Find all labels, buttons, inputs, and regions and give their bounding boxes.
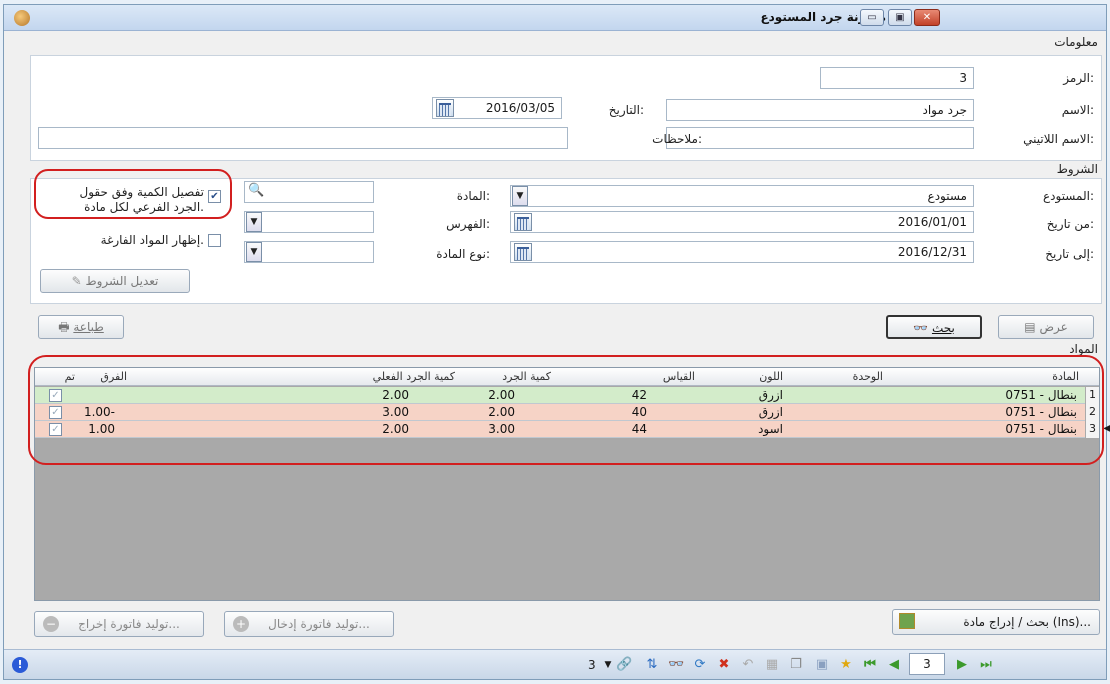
edit-icon: ✎ [71, 274, 82, 288]
conditions-section-label: الشروط [1056, 162, 1098, 176]
copy-icon[interactable]: ❐ [788, 657, 804, 673]
index-field[interactable] [244, 211, 374, 233]
latin-name-field[interactable] [666, 127, 974, 149]
sort-icon[interactable]: ⇅ [644, 657, 660, 673]
app-icon [14, 10, 30, 26]
status-bar: ! 3 ▼ 🔗 ⇅ 👓 ⟳ ✖ ↶ ▦ ❐ ▣ ★ ⏮ ◀ 3 ▶ ⏭ [4, 649, 1106, 679]
to-date-calendar-icon[interactable] [514, 243, 532, 261]
highlight-detail-qty [34, 169, 232, 219]
undo-icon[interactable]: ↶ [740, 657, 756, 673]
material-type-field[interactable] [244, 241, 374, 263]
app-window: مقارنة جرد المستودع ▭ ▣ ✕ معلومات الرمز:… [3, 4, 1110, 680]
warehouse-dropdown-icon[interactable]: ▼ [512, 186, 528, 206]
printer-icon: 🖶 [58, 320, 70, 334]
to-date-field[interactable]: 2016/12/31 [510, 241, 974, 263]
material-type-label: نوع المادة: [436, 247, 490, 261]
binoculars-icon: 👓 [913, 321, 929, 335]
index-label: الفهرس: [446, 217, 490, 231]
page-dropdown-icon[interactable]: ▼ [600, 657, 616, 673]
minimize-button[interactable]: ▭ [860, 9, 884, 26]
show-empty-label: إظهار المواد الفارغة. [100, 233, 204, 247]
search-insert-material-button[interactable]: بحث / إدراج مادة (Ins)... [892, 609, 1100, 635]
title-bar: مقارنة جرد المستودع ▭ ▣ ✕ [4, 5, 1106, 31]
previous-record-icon[interactable]: ◀ [886, 657, 902, 673]
paste-icon[interactable]: ▦ [764, 657, 780, 673]
edit-conditions-button[interactable]: ✎ تعديل الشروط [40, 269, 190, 293]
material-type-dropdown-icon[interactable]: ▼ [246, 242, 262, 262]
index-dropdown-icon[interactable]: ▼ [246, 212, 262, 232]
gen-input-invoice-button[interactable]: + توليد فاتورة إدخال... [224, 611, 394, 637]
view-icon: ▤ [1024, 320, 1036, 334]
to-date-label: إلى تاريخ: [1045, 247, 1094, 261]
save-icon[interactable]: ▣ [814, 657, 830, 673]
material-label: المادة: [456, 189, 490, 203]
info-section-label: معلومات [1054, 35, 1098, 49]
gen-output-invoice-button[interactable]: − توليد فاتورة إخراج... [34, 611, 204, 637]
code-field[interactable]: 3 [820, 67, 974, 89]
search-button[interactable]: 👓 بحث [886, 315, 982, 339]
date-label: التاريخ: [608, 103, 644, 117]
latin-name-label: الاسم اللاتيني: [1023, 132, 1094, 146]
first-record-icon[interactable]: ⏮ [862, 657, 878, 673]
name-label: الاسم: [1061, 103, 1094, 117]
current-row-pointer-icon: ◀ [1103, 423, 1110, 434]
minus-circle-icon: − [43, 616, 59, 632]
notes-field[interactable] [38, 127, 568, 149]
close-button[interactable]: ✕ [914, 9, 940, 26]
from-date-field[interactable]: 2016/01/01 [510, 211, 974, 233]
print-button[interactable]: 🖶 طباعة [38, 315, 124, 339]
show-empty-checkbox[interactable] [208, 234, 221, 247]
next-record-icon[interactable]: ▶ [954, 657, 970, 673]
last-record-icon[interactable]: ⏭ [978, 657, 994, 673]
binoculars-small-icon[interactable]: 👓 [668, 657, 684, 673]
refresh-icon[interactable]: ⟳ [692, 657, 708, 673]
delete-icon[interactable]: ✖ [716, 657, 732, 673]
name-field[interactable]: جرد مواد [666, 99, 974, 121]
view-button[interactable]: ▤ عرض [998, 315, 1094, 339]
materials-section-label: المواد [1069, 342, 1098, 356]
search-icon[interactable]: 🔍 [248, 183, 264, 199]
page-number: 3 [588, 658, 596, 672]
favorite-star-icon[interactable]: ★ [838, 657, 854, 673]
highlight-table [28, 355, 1104, 465]
link-icon[interactable]: 🔗 [616, 657, 632, 673]
info-icon[interactable]: ! [12, 657, 28, 673]
record-counter-input[interactable]: 3 [909, 653, 945, 675]
from-date-label: من تاريخ: [1046, 217, 1094, 231]
calendar-icon[interactable] [436, 99, 454, 117]
code-label: الرمز: [1063, 71, 1094, 85]
from-date-calendar-icon[interactable] [514, 213, 532, 231]
insert-material-icon [899, 613, 915, 629]
warehouse-field[interactable]: مستودع [510, 185, 974, 207]
notes-label: ملاحظات: [652, 132, 702, 146]
plus-circle-icon: + [233, 616, 249, 632]
restore-button[interactable]: ▣ [888, 9, 912, 26]
warehouse-label: المستودع: [1042, 189, 1094, 203]
